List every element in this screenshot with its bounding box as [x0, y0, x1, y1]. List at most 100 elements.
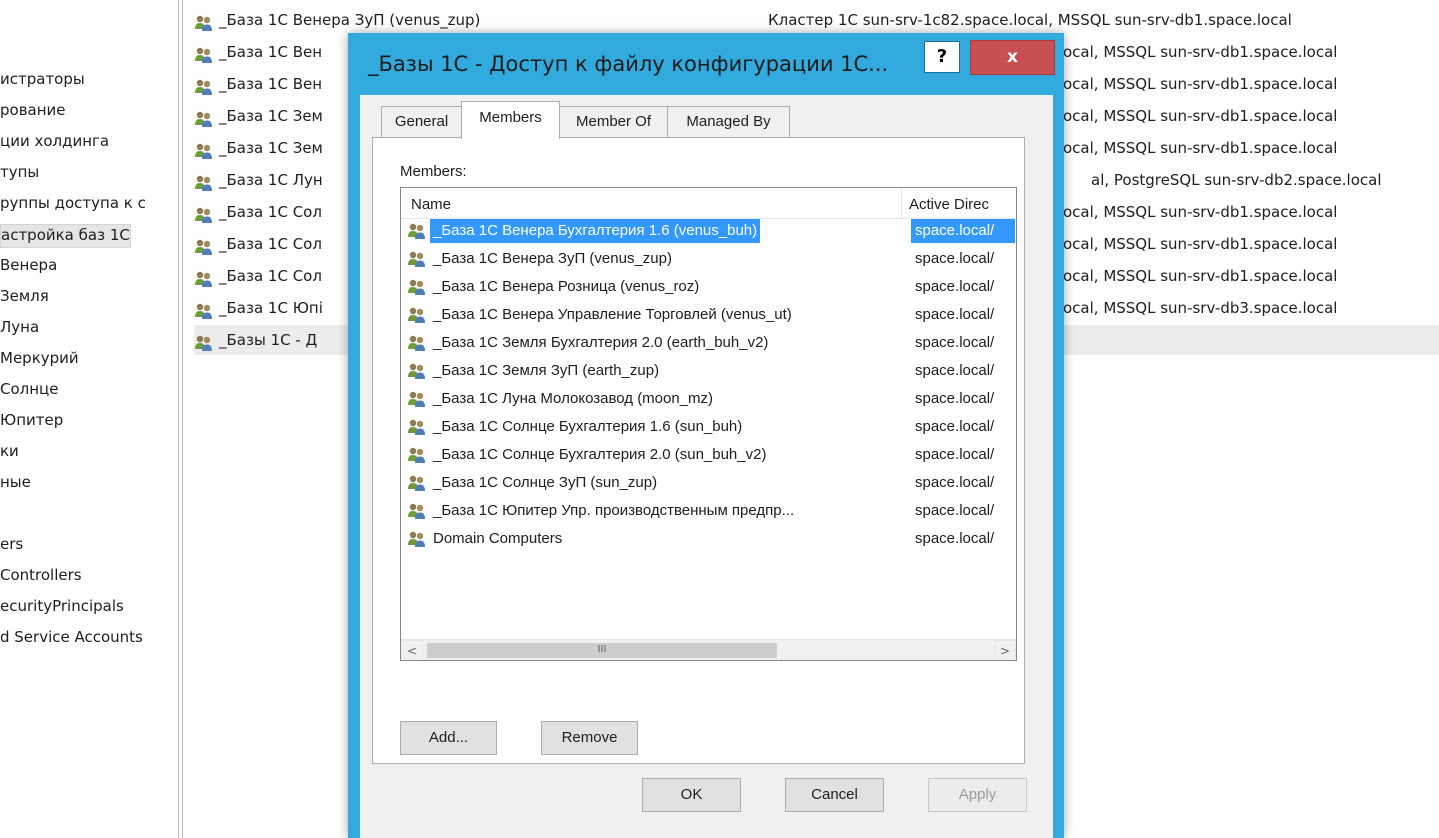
tree-node[interactable]: тупы — [0, 162, 39, 184]
group-description: ocal, MSSQL sun-srv-db1.space.local — [1063, 139, 1338, 157]
group-description: ocal, MSSQL sun-srv-db1.space.local — [1063, 235, 1338, 253]
properties-dialog: _Базы 1С - Доступ к файлу конфигурации 1… — [348, 33, 1064, 838]
help-button[interactable]: ? — [924, 41, 960, 73]
group-name: _База 1С Вен — [219, 75, 323, 93]
tree-node[interactable]: Венера — [0, 255, 57, 277]
tree-node[interactable]: Меркурий — [0, 348, 79, 370]
tree-node[interactable]: ers — [0, 534, 23, 556]
cancel-button[interactable]: Cancel — [785, 778, 884, 812]
tab-members[interactable]: Members — [461, 101, 560, 139]
tree-node[interactable]: руппы доступа к с — [0, 193, 146, 215]
member-row[interactable]: _База 1С Венера Управление Торговлей (ve… — [403, 303, 1016, 327]
add-button[interactable]: Add... — [400, 721, 497, 755]
member-name: _База 1С Венера ЗуП (venus_zup) — [433, 250, 672, 267]
column-header-ad-path[interactable]: Active Direc — [909, 196, 989, 213]
member-row[interactable]: _База 1С Солнце Бухгалтерия 2.0 (sun_buh… — [403, 443, 1016, 467]
group-name: _Базы 1С - Д — [219, 331, 318, 349]
remove-button[interactable]: Remove — [541, 721, 638, 755]
ok-button[interactable]: OK — [642, 778, 741, 812]
members-tab-panel: Members: Name Active Direc _База 1С Вене… — [372, 137, 1025, 764]
column-header-name[interactable]: Name — [411, 196, 451, 213]
tab-managed-by[interactable]: Managed By — [667, 106, 790, 138]
group-description: ocal, MSSQL sun-srv-db3.space.local — [1063, 299, 1338, 317]
member-ad-path: space.local/ — [915, 390, 995, 407]
tree-node[interactable]: ные — [0, 472, 31, 494]
member-row[interactable]: _База 1С Венера Бухгалтерия 1.6 (venus_b… — [403, 219, 1016, 243]
group-icon — [407, 390, 427, 408]
member-row[interactable]: Domain Computers space.local/ — [403, 527, 1016, 551]
group-name: _База 1С Зем — [219, 107, 323, 125]
tree-node[interactable]: d Service Accounts — [0, 627, 143, 649]
dialog-title: _Базы 1С - Доступ к файлу конфигурации 1… — [368, 52, 889, 76]
console-tree: истраторы рование ции холдинга тупы руппы до… — [0, 0, 178, 838]
member-ad-path: space.local/ — [915, 250, 995, 267]
column-divider[interactable] — [901, 188, 902, 218]
member-row[interactable]: _База 1С Земля ЗуП (earth_zup) space.loca… — [403, 359, 1016, 383]
scroll-thumb[interactable]: III — [427, 643, 777, 658]
member-name: _База 1С Юпитер Упр. производственным пр… — [433, 502, 795, 519]
group-icon — [407, 306, 427, 324]
group-icon — [407, 474, 427, 492]
member-row[interactable]: _База 1С Юпитер Упр. производственным пр… — [403, 499, 1016, 523]
group-description: al, PostgreSQL sun-srv-db2.space.local — [1091, 171, 1382, 189]
member-ad-path: space.local/ — [915, 446, 995, 463]
dialog-body: General Members Member Of Managed By Mem… — [360, 95, 1053, 838]
member-name: _База 1С Солнце Бухгалтерия 2.0 (sun_buh… — [433, 446, 767, 463]
members-listview[interactable]: Name Active Direc _База 1С Венера Бухгал… — [400, 187, 1017, 661]
tree-node[interactable]: ки — [0, 441, 19, 463]
tree-node[interactable]: ции холдинга — [0, 131, 109, 153]
listview-header: Name Active Direc — [401, 188, 1016, 219]
member-name: _База 1С Солнце ЗуП (sun_zup) — [433, 474, 658, 491]
group-name: _База 1С Сол — [219, 235, 322, 253]
group-icon — [194, 204, 214, 223]
tree-node[interactable]: рование — [0, 100, 66, 122]
group-icon — [407, 362, 427, 380]
close-button[interactable]: x — [970, 40, 1055, 75]
members-label: Members: — [400, 163, 467, 180]
member-row[interactable]: _База 1С Солнце Бухгалтерия 1.6 (sun_buh… — [403, 415, 1016, 439]
member-ad-path: space.local/ — [915, 306, 995, 323]
group-description: ocal, MSSQL sun-srv-db1.space.local — [1063, 43, 1338, 61]
tree-node[interactable]: Юпитер — [0, 410, 63, 432]
tree-node[interactable]: ecurityPrincipals — [0, 596, 124, 618]
apply-button[interactable]: Apply — [928, 778, 1027, 812]
member-ad-path: space.local/ — [911, 219, 1015, 243]
member-row[interactable]: _База 1С Луна Молокозавод (moon_mz) space… — [403, 387, 1016, 411]
tree-node[interactable]: истраторы — [0, 69, 85, 91]
group-icon — [194, 332, 214, 351]
pane-splitter[interactable] — [178, 0, 183, 838]
group-name: _База 1С Лун — [219, 171, 323, 189]
member-ad-path: space.local/ — [915, 474, 995, 491]
group-description: ocal, MSSQL sun-srv-db1.space.local — [1063, 107, 1338, 125]
group-icon — [407, 250, 427, 268]
tree-node[interactable]: астройка баз 1С — [0, 224, 131, 248]
member-row[interactable]: _База 1С Солнце ЗуП (sun_zup) space.local… — [403, 471, 1016, 495]
member-name: Domain Computers — [433, 530, 563, 547]
tree-node[interactable]: Луна — [0, 317, 39, 339]
member-row[interactable]: _База 1С Венера ЗуП (venus_zup) space.loc… — [403, 247, 1016, 271]
tree-node[interactable]: Controllers — [0, 565, 82, 587]
group-icon — [407, 334, 427, 352]
group-description: Кластер 1С sun-srv-1c82.space.local, MSS… — [768, 11, 1292, 29]
list-item[interactable]: _База 1С Венера ЗуП (venus_zup) Кластер 1… — [194, 5, 1439, 35]
group-name: _База 1С Венера ЗуП (venus_zup) — [219, 11, 481, 29]
member-ad-path: space.local/ — [915, 278, 995, 295]
tree-node[interactable]: Земля — [0, 286, 49, 308]
tab-member-of[interactable]: Member Of — [559, 106, 668, 138]
member-row[interactable]: _База 1С Земля Бухгалтерия 2.0 (earth_bu… — [403, 331, 1016, 355]
horizontal-scrollbar[interactable]: < III > — [401, 639, 1016, 660]
group-name: _База 1С Сол — [219, 267, 322, 285]
member-ad-path: space.local/ — [915, 362, 995, 379]
member-name: _База 1С Венера Бухгалтерия 1.6 (venus_b… — [430, 219, 761, 243]
group-icon — [194, 44, 214, 63]
member-row[interactable]: _База 1С Венера Розница (venus_roz) space… — [403, 275, 1016, 299]
group-icon — [194, 108, 214, 127]
scroll-right-arrow-icon[interactable]: > — [994, 640, 1016, 660]
group-icon — [194, 76, 214, 95]
group-icon — [407, 418, 427, 436]
tree-node[interactable]: Солнце — [0, 379, 58, 401]
tab-general[interactable]: General — [381, 106, 462, 138]
group-description: ocal, MSSQL sun-srv-db1.space.local — [1063, 75, 1338, 93]
scroll-left-arrow-icon[interactable]: < — [401, 640, 423, 660]
group-icon — [407, 530, 427, 548]
